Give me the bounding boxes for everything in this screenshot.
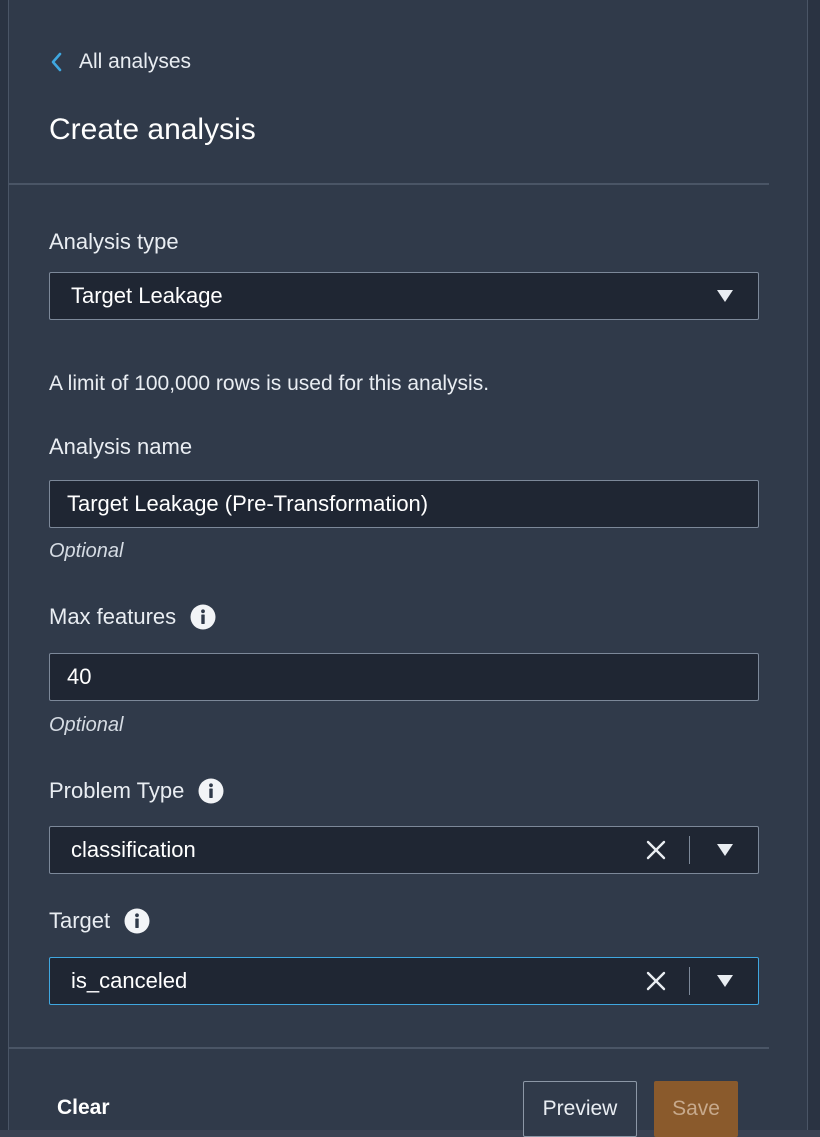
target-select[interactable]: is_canceled [49,957,759,1005]
target-label: Target [49,908,150,934]
analysis-type-label: Analysis type [49,229,179,255]
close-icon[interactable] [645,970,667,992]
all-analyses-label: All analyses [79,50,192,73]
caret-down-icon[interactable] [716,843,734,857]
caret-down-icon[interactable] [716,289,734,303]
info-icon[interactable] [198,778,224,804]
analysis-type-value: Target Leakage [71,283,223,308]
page-title: Create analysis [49,113,256,146]
chevron-left-icon [51,52,62,72]
footer-divider [9,1047,769,1049]
problem-type-label-text: Problem Type [49,778,185,803]
analysis-type-select[interactable]: Target Leakage [49,272,759,320]
analysis-name-value: Target Leakage (Pre-Transformation) [67,491,429,516]
save-button[interactable]: Save [654,1081,738,1137]
clear-button[interactable]: Clear [57,1080,117,1136]
select-separator [689,836,690,864]
analysis-name-helper: Optional [49,540,124,562]
info-icon[interactable] [124,908,150,934]
max-features-label: Max features [49,604,216,630]
max-features-input[interactable]: 40 [49,653,759,701]
header-divider [9,183,769,185]
close-icon[interactable] [645,839,667,861]
preview-button[interactable]: Preview [523,1081,637,1137]
max-features-helper: Optional [49,714,124,736]
analysis-name-label: Analysis name [49,434,192,460]
scrollbar-track[interactable] [807,0,820,1130]
select-separator [689,967,690,995]
max-features-value: 40 [67,664,92,689]
target-value: is_canceled [71,968,188,993]
info-icon[interactable] [190,604,216,630]
all-analyses-link[interactable]: All analyses [49,50,191,74]
problem-type-value: classification [71,837,196,862]
problem-type-select[interactable]: classification [49,826,759,874]
max-features-label-text: Max features [49,604,177,629]
problem-type-label: Problem Type [49,778,224,804]
analysis-name-label-text: Analysis name [49,434,193,459]
create-analysis-panel: All analyses Create analysis Analysis ty… [9,0,807,1137]
left-panel-edge [0,0,9,1130]
target-label-text: Target [49,908,111,933]
analysis-name-input[interactable]: Target Leakage (Pre-Transformation) [49,480,759,528]
caret-down-icon[interactable] [716,974,734,988]
analysis-type-label-text: Analysis type [49,229,179,254]
app-frame: All analyses Create analysis Analysis ty… [0,0,820,1137]
row-limit-note: A limit of 100,000 rows is used for this… [49,372,490,395]
